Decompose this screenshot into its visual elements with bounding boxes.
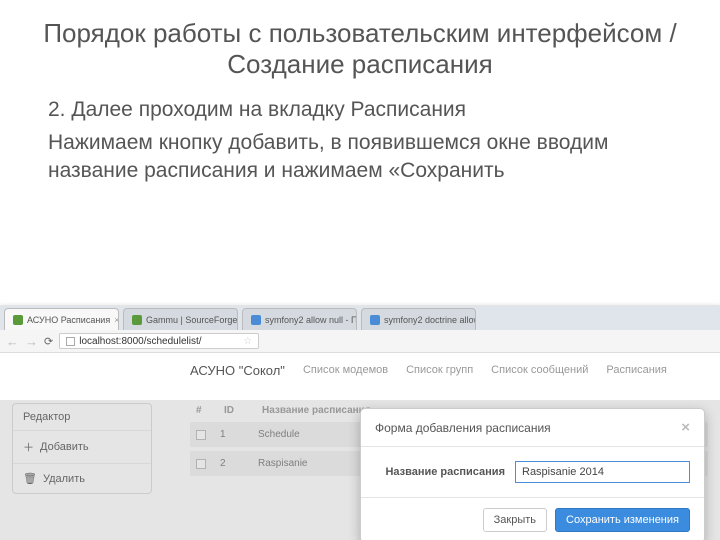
- modal-body: Название расписания: [361, 447, 704, 497]
- forward-icon[interactable]: →: [25, 334, 38, 349]
- save-button[interactable]: Сохранить изменения: [555, 508, 690, 532]
- nav-schedules[interactable]: Расписания: [606, 364, 666, 376]
- add-schedule-modal: Форма добавления расписания × Название р…: [360, 408, 705, 540]
- tab-label: АСУНО Расписания: [27, 315, 110, 325]
- browser-tab[interactable]: symfony2 allow null - По… ×: [242, 308, 357, 330]
- modal-footer: Закрыть Сохранить изменения: [361, 497, 704, 540]
- nav-modems[interactable]: Список модемов: [303, 364, 388, 376]
- favicon-icon: [370, 315, 380, 325]
- close-icon[interactable]: ×: [681, 419, 690, 436]
- favicon-icon: [13, 315, 23, 325]
- tab-label: Gammu | SourceForge.net: [146, 315, 238, 325]
- cancel-button[interactable]: Закрыть: [483, 508, 547, 532]
- page: АСУНО "Сокол" Список модемов Список груп…: [0, 353, 720, 540]
- slide-paragraph: Нажимаем кнопку добавить, в появившемся …: [48, 129, 672, 186]
- schedule-name-label: Название расписания: [375, 466, 505, 478]
- schedule-name-input[interactable]: [515, 461, 690, 483]
- bookmark-icon[interactable]: ☆: [243, 336, 252, 347]
- tab-label: symfony2 doctrine allow…: [384, 315, 476, 325]
- page-icon: [66, 337, 75, 346]
- close-icon[interactable]: ×: [114, 315, 119, 325]
- browser-tab[interactable]: АСУНО Расписания ×: [4, 308, 119, 330]
- modal-title: Форма добавления расписания: [375, 421, 551, 435]
- back-icon[interactable]: ←: [6, 334, 19, 349]
- favicon-icon: [132, 315, 142, 325]
- top-nav: АСУНО "Сокол" Список модемов Список груп…: [0, 353, 720, 387]
- browser-tab[interactable]: Gammu | SourceForge.net ×: [123, 308, 238, 330]
- url-text: localhost:8000/schedulelist/: [79, 336, 201, 347]
- modal-header: Форма добавления расписания ×: [361, 409, 704, 447]
- slide-body: 2. Далее проходим на вкладку Расписания …: [0, 90, 720, 185]
- tab-label: symfony2 allow null - По…: [265, 315, 357, 325]
- slide-step: 2. Далее проходим на вкладку Расписания: [48, 96, 672, 124]
- browser-tab[interactable]: symfony2 doctrine allow… ×: [361, 308, 476, 330]
- url-toolbar: ← → ⟳ localhost:8000/schedulelist/ ☆: [0, 330, 720, 353]
- reload-icon[interactable]: ⟳: [44, 335, 53, 348]
- favicon-icon: [251, 315, 261, 325]
- browser-tabstrip: АСУНО Расписания × Gammu | SourceForge.n…: [0, 306, 720, 330]
- nav-groups[interactable]: Список групп: [406, 364, 473, 376]
- slide: Порядок работы с пользовательским интерф…: [0, 0, 720, 540]
- nav-messages[interactable]: Список сообщений: [491, 364, 588, 376]
- embedded-screenshot: АСУНО Расписания × Gammu | SourceForge.n…: [0, 305, 720, 540]
- url-input[interactable]: localhost:8000/schedulelist/ ☆: [59, 333, 259, 349]
- brand-label: АСУНО "Сокол": [190, 363, 285, 378]
- slide-title: Порядок работы с пользовательским интерф…: [0, 0, 720, 90]
